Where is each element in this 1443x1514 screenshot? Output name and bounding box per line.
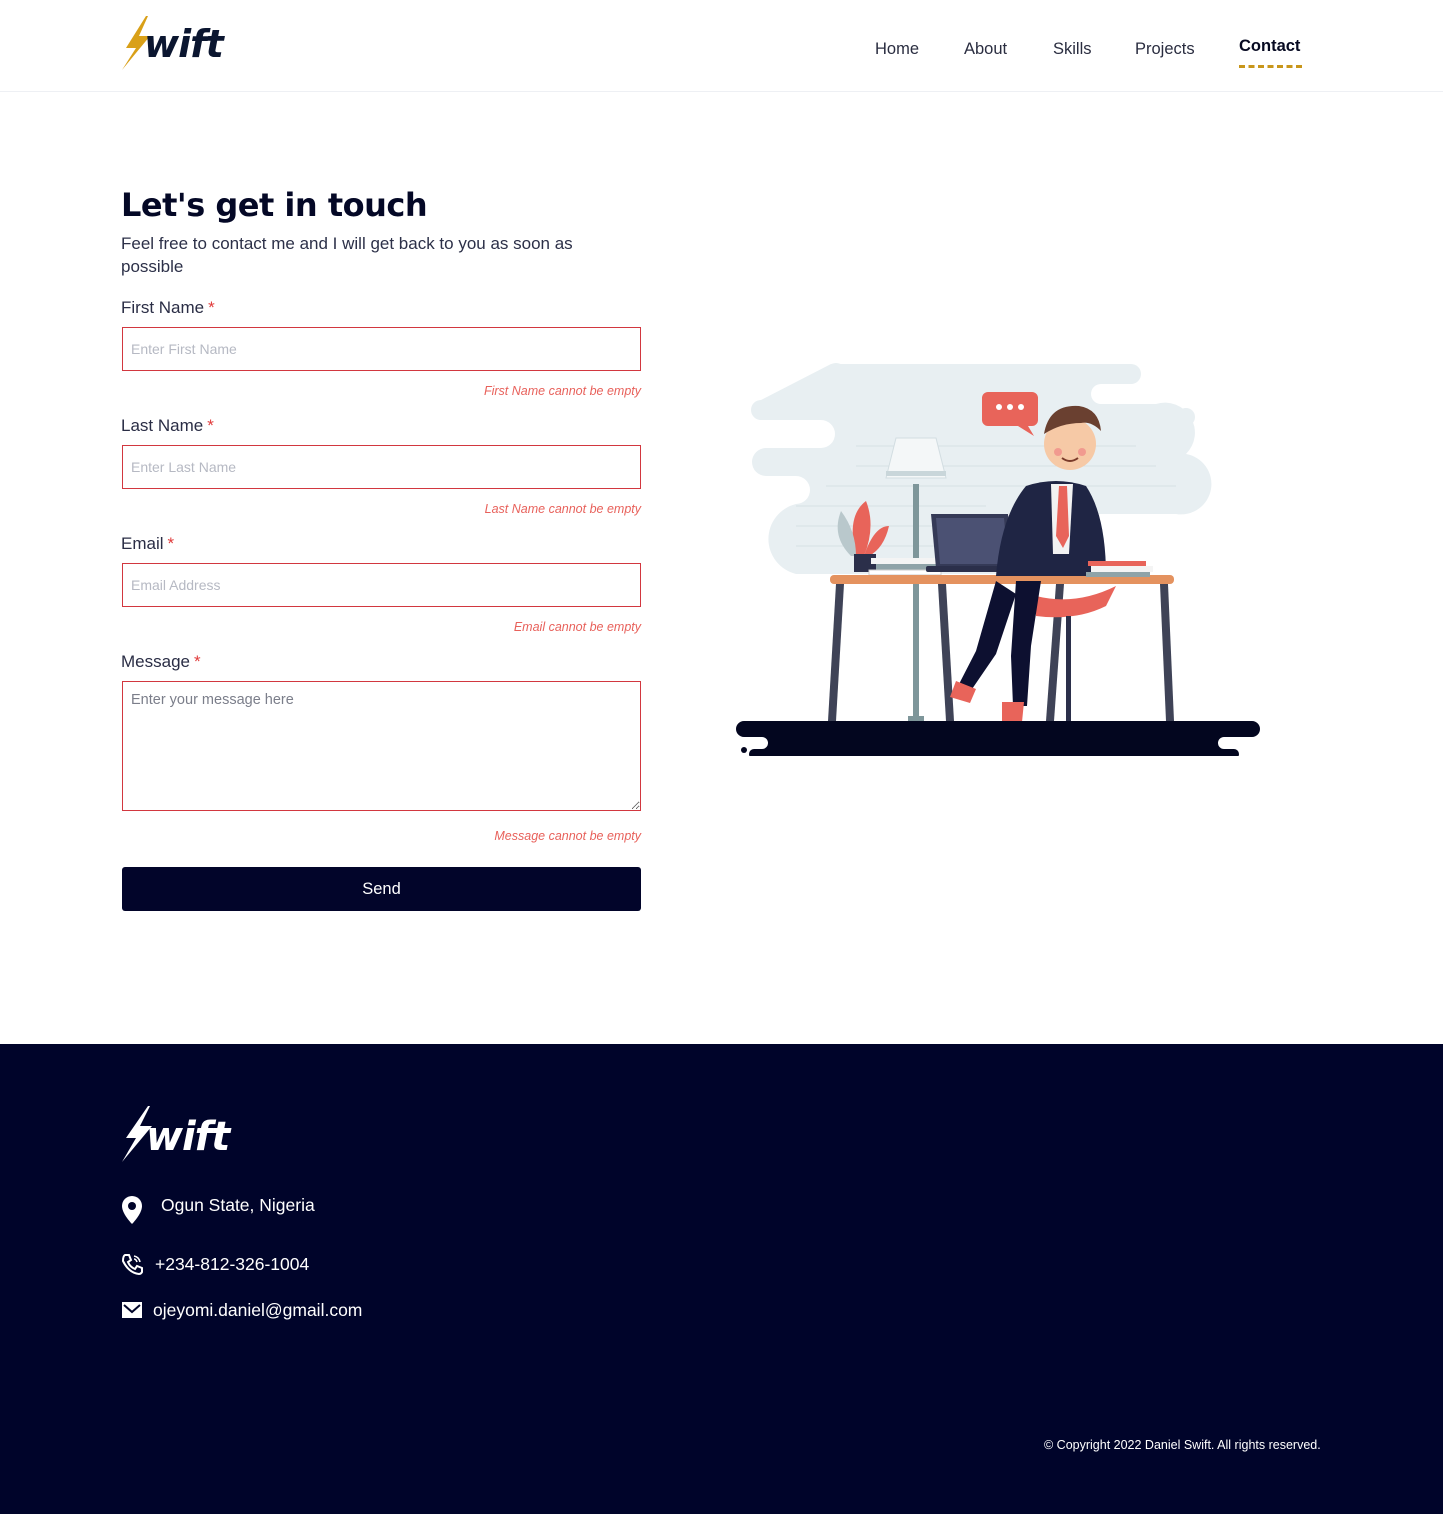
mail-icon [121, 1298, 143, 1322]
main-nav: Home About Skills Projects Contact [0, 37, 1443, 70]
required-mark: * [167, 534, 175, 553]
footer-email: ojeyomi.daniel@gmail.com [121, 1298, 362, 1322]
email-label: Email * [121, 534, 175, 553]
nav-about[interactable]: About [964, 40, 1007, 59]
required-mark: * [208, 298, 215, 317]
send-button[interactable]: Send [122, 867, 641, 911]
email-input[interactable] [122, 563, 641, 607]
message-error: Message cannot be empty [494, 829, 641, 843]
nav-contact[interactable]: Contact [1239, 37, 1300, 56]
footer-phone: +234-812-326-1004 [121, 1252, 309, 1276]
first-name-error: First Name cannot be empty [483, 384, 641, 398]
nav-active-underline [1239, 65, 1302, 68]
location-text: Ogun State, Nigeria [161, 1194, 315, 1215]
first-name-label: First Name * [121, 298, 215, 317]
footer-logo-text: wift [146, 1114, 230, 1160]
message-label: Message * [121, 652, 201, 671]
illustration-graphic [736, 363, 1260, 759]
nav-projects[interactable]: Projects [1135, 40, 1195, 59]
phone-text[interactable]: +234-812-326-1004 [155, 1254, 309, 1275]
person-at-desk-illustration [736, 356, 1266, 759]
last-name-label: Last Name * [121, 416, 214, 435]
site-footer: wift Ogun State, Nigeria +234-812-326-10… [0, 1044, 1443, 1514]
phone-icon [121, 1252, 143, 1276]
nav-skills[interactable]: Skills [1053, 40, 1092, 59]
footer-location: Ogun State, Nigeria [121, 1194, 315, 1224]
required-mark: * [207, 416, 214, 435]
page-subtitle: Feel free to contact me and I will get b… [121, 234, 573, 276]
nav-home[interactable]: Home [875, 40, 919, 59]
email-error: Email cannot be empty [513, 620, 641, 634]
page-title: Let's get in touch [121, 186, 428, 224]
message-textarea[interactable] [122, 681, 641, 811]
required-mark: * [193, 652, 201, 671]
footer-logo[interactable]: wift [120, 1104, 230, 1166]
email-text[interactable]: ojeyomi.daniel@gmail.com [153, 1300, 362, 1321]
first-name-input[interactable] [122, 327, 641, 371]
location-pin-icon [121, 1196, 143, 1224]
last-name-error: Last Name cannot be empty [484, 502, 641, 516]
copyright-text: © Copyright 2022 Daniel Swift. All right… [1044, 1438, 1321, 1452]
last-name-input[interactable] [122, 445, 641, 489]
site-header: wift Home About Skills Projects Contact [0, 0, 1443, 92]
